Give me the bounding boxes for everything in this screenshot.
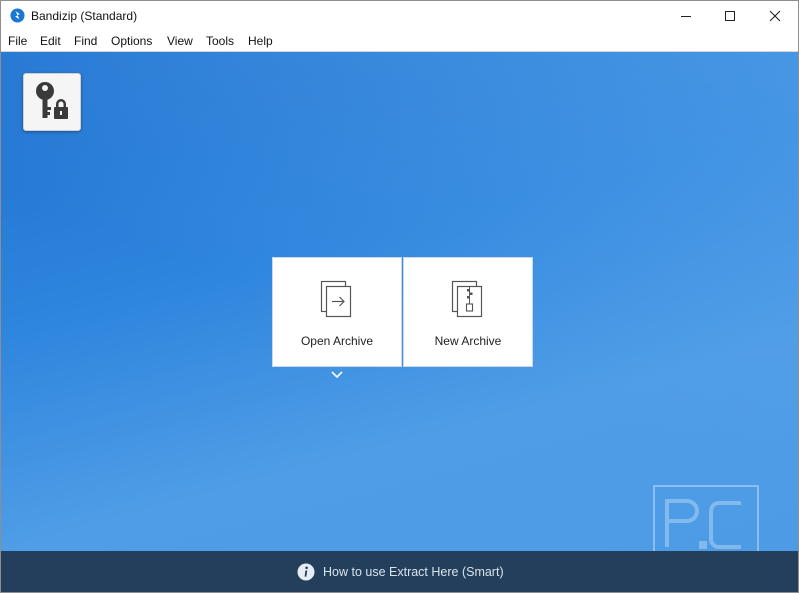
- menu-bar: File Edit Find Options View Tools Help: [1, 31, 798, 52]
- menu-view[interactable]: View: [167, 34, 193, 48]
- menu-options[interactable]: Options: [111, 34, 152, 48]
- main-area: Open Archive New Archive: [1, 52, 798, 551]
- key-lock-icon: [36, 82, 68, 119]
- open-archive-label: Open Archive: [300, 334, 374, 348]
- open-archive-icon: [320, 280, 352, 318]
- chevron-down-icon[interactable]: [329, 369, 345, 381]
- bandizip-app-icon: [10, 8, 25, 23]
- new-archive-icon: [451, 280, 483, 318]
- info-icon: [297, 563, 315, 581]
- menu-find[interactable]: Find: [74, 34, 97, 48]
- minimize-icon: [681, 16, 691, 17]
- menu-help[interactable]: Help: [248, 34, 273, 48]
- watermark-logo: [653, 485, 759, 551]
- close-icon: [769, 10, 781, 22]
- window-title: Bandizip (Standard): [31, 9, 138, 23]
- menu-edit[interactable]: Edit: [40, 34, 61, 48]
- menu-tools[interactable]: Tools: [206, 34, 234, 48]
- extract-here-help-link[interactable]: How to use Extract Here (Smart): [297, 563, 504, 581]
- minimize-button[interactable]: [663, 1, 709, 31]
- password-manager-button[interactable]: [23, 73, 81, 131]
- title-bar: Bandizip (Standard): [1, 1, 798, 31]
- app-window: Bandizip (Standard) File Edit Find Optio…: [0, 0, 799, 593]
- maximize-button[interactable]: [707, 1, 753, 31]
- open-archive-tile[interactable]: Open Archive: [272, 257, 402, 367]
- menu-file[interactable]: File: [8, 34, 27, 48]
- footer-bar: How to use Extract Here (Smart): [1, 551, 798, 592]
- new-archive-label: New Archive: [434, 334, 502, 348]
- new-archive-tile[interactable]: New Archive: [403, 257, 533, 367]
- footer-help-text: How to use Extract Here (Smart): [323, 565, 504, 579]
- maximize-icon: [725, 11, 735, 21]
- close-button[interactable]: [752, 1, 798, 31]
